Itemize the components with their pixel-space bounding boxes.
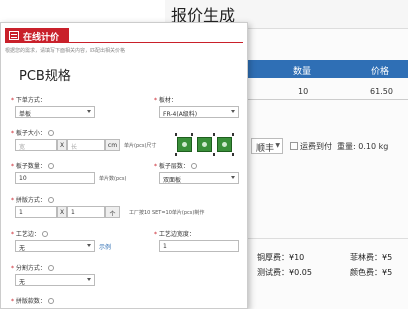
process-edge-width-label: * 工艺边宽度： <box>154 231 195 238</box>
help-icon[interactable] <box>47 130 54 136</box>
panel-mode-note: 工厂按10 SET=10单片(pcs)制作 <box>129 210 205 216</box>
pcb-spec-title: PCB规格 <box>19 69 71 84</box>
chip-pin-icon <box>213 153 215 156</box>
screenshot-stage: 报价生成 数量 价格 10 61.50 顺丰 ▼ 运费到付 重量: 0.10 k… <box>0 0 408 309</box>
process-edge-select[interactable]: 无 <box>15 240 95 252</box>
layers-select[interactable]: 双面板 <box>159 172 239 184</box>
chevron-down-icon <box>87 244 91 247</box>
split-mode-label: * 分割方式： <box>11 263 54 272</box>
price-cell: 61.50 <box>370 87 393 96</box>
pcb-chip-icon <box>177 137 192 152</box>
split-mode-select[interactable]: 无 <box>15 274 95 286</box>
board-length-input[interactable]: 长 <box>67 139 105 151</box>
panel-cols-input[interactable]: 1 <box>15 206 57 218</box>
chevron-down-icon <box>231 110 235 113</box>
header-divider <box>5 42 243 43</box>
chevron-down-icon <box>231 176 235 179</box>
board-width-input[interactable]: 宽 <box>15 139 57 151</box>
fee-item: 铜厚费：¥10 <box>257 253 305 262</box>
layers-label: * 板子层数： <box>154 161 197 170</box>
help-icon[interactable] <box>47 197 54 203</box>
pcb-chip-icon <box>197 137 212 152</box>
chip-pin-icon <box>191 133 193 136</box>
calculator-icon <box>9 31 19 40</box>
price-column-header: 价格 <box>371 67 390 77</box>
fee-summary: 铜厚费：¥10 菲林费：¥5 测试费：¥0.05 颜色费：¥5 <box>245 238 408 309</box>
order-type-select[interactable]: 单板 <box>15 106 95 118</box>
multiply-sign: X <box>57 139 67 151</box>
example-link[interactable]: 示例 <box>99 242 111 251</box>
price-table-header: 数量 价格 <box>225 60 408 78</box>
qty-cell: 10 <box>298 87 309 96</box>
material-select[interactable]: FR-4(A级料) <box>159 106 239 118</box>
help-icon[interactable] <box>41 231 48 237</box>
fee-item: 测试费：¥0.05 <box>257 268 312 277</box>
fee-item: 颜色费：¥5 <box>350 268 393 277</box>
help-icon[interactable] <box>47 265 54 271</box>
process-edge-label: * 工艺边： <box>11 229 48 238</box>
freight-collect-label: 运费到付 <box>300 142 332 151</box>
chevron-down-icon <box>87 278 91 281</box>
panel-mode-label: * 拼版方式： <box>11 195 54 204</box>
board-qty-label: * 板子数量： <box>11 161 54 170</box>
board-size-note: 单片(pcs)尺寸 <box>124 143 157 149</box>
board-qty-note: 单片数(pcs) <box>99 176 127 182</box>
chip-pin-icon <box>232 133 234 136</box>
online-quote-panel: 在线计价 根据您的需求，请填写下面相关内容，匹配出相关价格 PCB规格 * 下单… <box>0 22 248 309</box>
freight-collect-checkbox[interactable] <box>290 142 298 150</box>
table-row: 10 61.50 <box>225 80 408 100</box>
panel-count-label: * 拼版款数： <box>11 296 54 305</box>
fee-item: 菲林费：¥5 <box>350 253 393 262</box>
panel-rows-input[interactable]: 1 <box>67 206 105 218</box>
chip-pin-icon <box>232 153 234 156</box>
chip-pin-icon <box>175 133 177 136</box>
help-icon[interactable] <box>47 298 54 304</box>
multiply-sign: X <box>57 206 67 218</box>
qty-column-header: 数量 <box>293 67 312 77</box>
chevron-down-icon: ▼ <box>275 142 280 149</box>
chip-pin-icon <box>175 153 177 156</box>
order-type-label: * 下单方式： <box>11 97 46 104</box>
board-qty-input[interactable]: 10 <box>15 172 95 184</box>
pcb-chip-icon <box>217 137 232 152</box>
material-label: * 板材： <box>154 97 177 104</box>
online-quote-header: 在线计价 <box>5 28 69 43</box>
form-description: 根据您的需求，请填写下面相关内容，匹配出相关价格 <box>5 48 126 54</box>
board-size-label: * 板子大小： <box>11 128 54 137</box>
shipping-carrier-select[interactable]: 顺丰 ▼ <box>251 138 283 154</box>
process-edge-width-input[interactable]: 1 <box>159 240 239 252</box>
chevron-down-icon <box>87 110 91 113</box>
shipping-carrier-value: 顺丰 <box>256 144 275 154</box>
help-icon[interactable] <box>47 163 54 169</box>
unit-pieces: 个 <box>105 206 120 218</box>
help-icon[interactable] <box>190 163 197 169</box>
chip-pin-icon <box>213 133 215 136</box>
unit-cm: cm <box>105 139 120 151</box>
weight-label: 重量: 0.10 kg <box>337 142 389 151</box>
